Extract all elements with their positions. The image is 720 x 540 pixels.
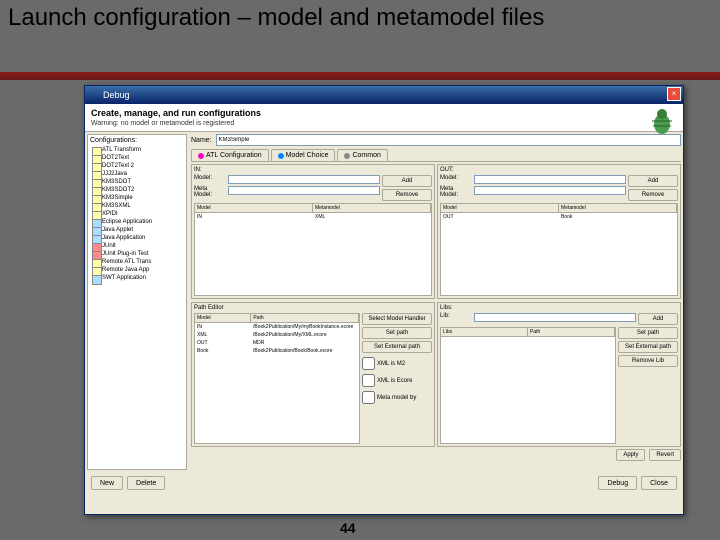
dot-icon: [198, 153, 204, 159]
tree-item[interactable]: Remote ATL Trans: [90, 258, 184, 266]
tree-item[interactable]: Java Applet: [90, 226, 184, 234]
lib-set-path-button[interactable]: Set path: [618, 327, 678, 339]
tab-row: ATL Configuration Model Choice Common: [191, 149, 681, 162]
tree-item[interactable]: Eclipse Application: [90, 218, 184, 226]
new-button[interactable]: New: [91, 476, 123, 490]
dialog-footer: New Delete Debug Close: [85, 472, 683, 494]
tree-item[interactable]: Java Application: [90, 234, 184, 242]
out-panel: OUT: Model: Meta Model: Add Remove Model…: [437, 164, 681, 299]
tree-item[interactable]: JUnit: [90, 242, 184, 250]
add-button[interactable]: Add: [628, 175, 678, 187]
panel-title: Libs:: [440, 305, 678, 311]
debug-button[interactable]: Debug: [598, 476, 637, 490]
dot-icon: [278, 153, 284, 159]
tab-common[interactable]: Common: [337, 149, 387, 161]
apply-button[interactable]: Apply: [616, 449, 645, 461]
add-button[interactable]: Add: [382, 175, 432, 187]
model-input[interactable]: [228, 175, 380, 184]
bug-icon: [647, 106, 677, 136]
lib-input[interactable]: [474, 313, 636, 322]
content-area: Name: ATL Configuration Model Choice Com…: [189, 132, 683, 472]
dialog-title: Debug: [103, 90, 130, 100]
set-ext-path-button[interactable]: Set External path: [362, 341, 432, 353]
xml-ecore-checkbox[interactable]: [362, 374, 375, 387]
apply-revert-row: Apply Revert: [191, 449, 681, 461]
remove-button[interactable]: Remove: [628, 189, 678, 201]
tree-item[interactable]: JUnit Plug-in Test: [90, 250, 184, 258]
name-row: Name:: [191, 134, 681, 146]
path-table[interactable]: ModelPath IN/Book2Publication/My/myBookI…: [194, 313, 360, 444]
panel-title: IN:: [194, 167, 432, 173]
metamodel-by-checkbox[interactable]: [362, 391, 375, 404]
tree-item[interactable]: KM3SDOT: [90, 178, 184, 186]
path-editor-panel: Path Editor ModelPath IN/Book2Publicatio…: [191, 302, 435, 447]
tree-item[interactable]: DOT2Text 2: [90, 162, 184, 170]
add-lib-button[interactable]: Add: [638, 313, 678, 325]
main-area: Configurations: ATL Transform DOT2Text D…: [85, 132, 683, 472]
model-label: Model:: [194, 175, 226, 184]
metamodel-input[interactable]: [474, 186, 626, 195]
tree-item[interactable]: KM3Simple: [90, 194, 184, 202]
tab-atl-config[interactable]: ATL Configuration: [191, 149, 269, 161]
select-handler-button[interactable]: Select Model Handler: [362, 313, 432, 325]
set-path-button[interactable]: Set path: [362, 327, 432, 339]
upper-panels: IN: Model: Meta Model: Add Remove ModelM…: [191, 164, 681, 299]
tree-item[interactable]: SWT Application: [90, 274, 184, 282]
lower-panels: Path Editor ModelPath IN/Book2Publicatio…: [191, 302, 681, 447]
header-text: Create, manage, and run configurations: [91, 108, 677, 118]
slide-title: Launch configuration – model and metamod…: [8, 4, 544, 32]
name-input[interactable]: [216, 134, 681, 146]
xml-m2-checkbox[interactable]: [362, 357, 375, 370]
config-tree[interactable]: Configurations: ATL Transform DOT2Text D…: [87, 134, 187, 470]
libs-table[interactable]: LibsPath: [440, 327, 616, 444]
metamodel-input[interactable]: [228, 186, 380, 195]
dialog-header: Create, manage, and run configurations W…: [85, 104, 683, 132]
tree-item[interactable]: XPIDI: [90, 210, 184, 218]
tree-item[interactable]: DOT2Text: [90, 154, 184, 162]
lib-set-ext-path-button[interactable]: Set External path: [618, 341, 678, 353]
titlebar: Debug ×: [85, 86, 683, 104]
debug-dialog: Debug × Create, manage, and run configur…: [84, 85, 684, 515]
close-button[interactable]: Close: [641, 476, 677, 490]
out-table[interactable]: ModelMetamodel OUTBook: [440, 203, 678, 296]
metamodel-label: Meta Model:: [440, 186, 472, 198]
lib-label: Lib:: [440, 313, 472, 322]
panel-title: OUT:: [440, 167, 678, 173]
model-label: Model:: [440, 175, 472, 184]
tab-model-choice[interactable]: Model Choice: [271, 149, 336, 161]
tree-item[interactable]: JJJ2Java: [90, 170, 184, 178]
page-number: 44: [340, 520, 356, 536]
tree-label: Configurations:: [90, 137, 184, 144]
panel-title: Path Editor: [194, 305, 432, 311]
revert-button[interactable]: Revert: [649, 449, 681, 461]
metamodel-label: Meta Model:: [194, 186, 226, 198]
in-panel: IN: Model: Meta Model: Add Remove ModelM…: [191, 164, 435, 299]
model-input[interactable]: [474, 175, 626, 184]
close-icon[interactable]: ×: [667, 87, 681, 101]
tree-item[interactable]: ATL Transform: [90, 146, 184, 154]
dot-icon: [344, 153, 350, 159]
title-underline: [0, 72, 720, 80]
name-label: Name:: [191, 137, 212, 144]
tree-item[interactable]: Remote Java App: [90, 266, 184, 274]
tree-item[interactable]: KM3SDOT2: [90, 186, 184, 194]
libs-panel: Libs: Lib: Add LibsPath Set path S: [437, 302, 681, 447]
tree-item[interactable]: KM3SXML: [90, 202, 184, 210]
warning-text: Warning: no model or metamodel is regist…: [91, 120, 677, 127]
in-table[interactable]: ModelMetamodel INXML: [194, 203, 432, 296]
remove-button[interactable]: Remove: [382, 189, 432, 201]
remove-lib-button[interactable]: Remove Lib: [618, 355, 678, 367]
delete-button[interactable]: Delete: [127, 476, 165, 490]
